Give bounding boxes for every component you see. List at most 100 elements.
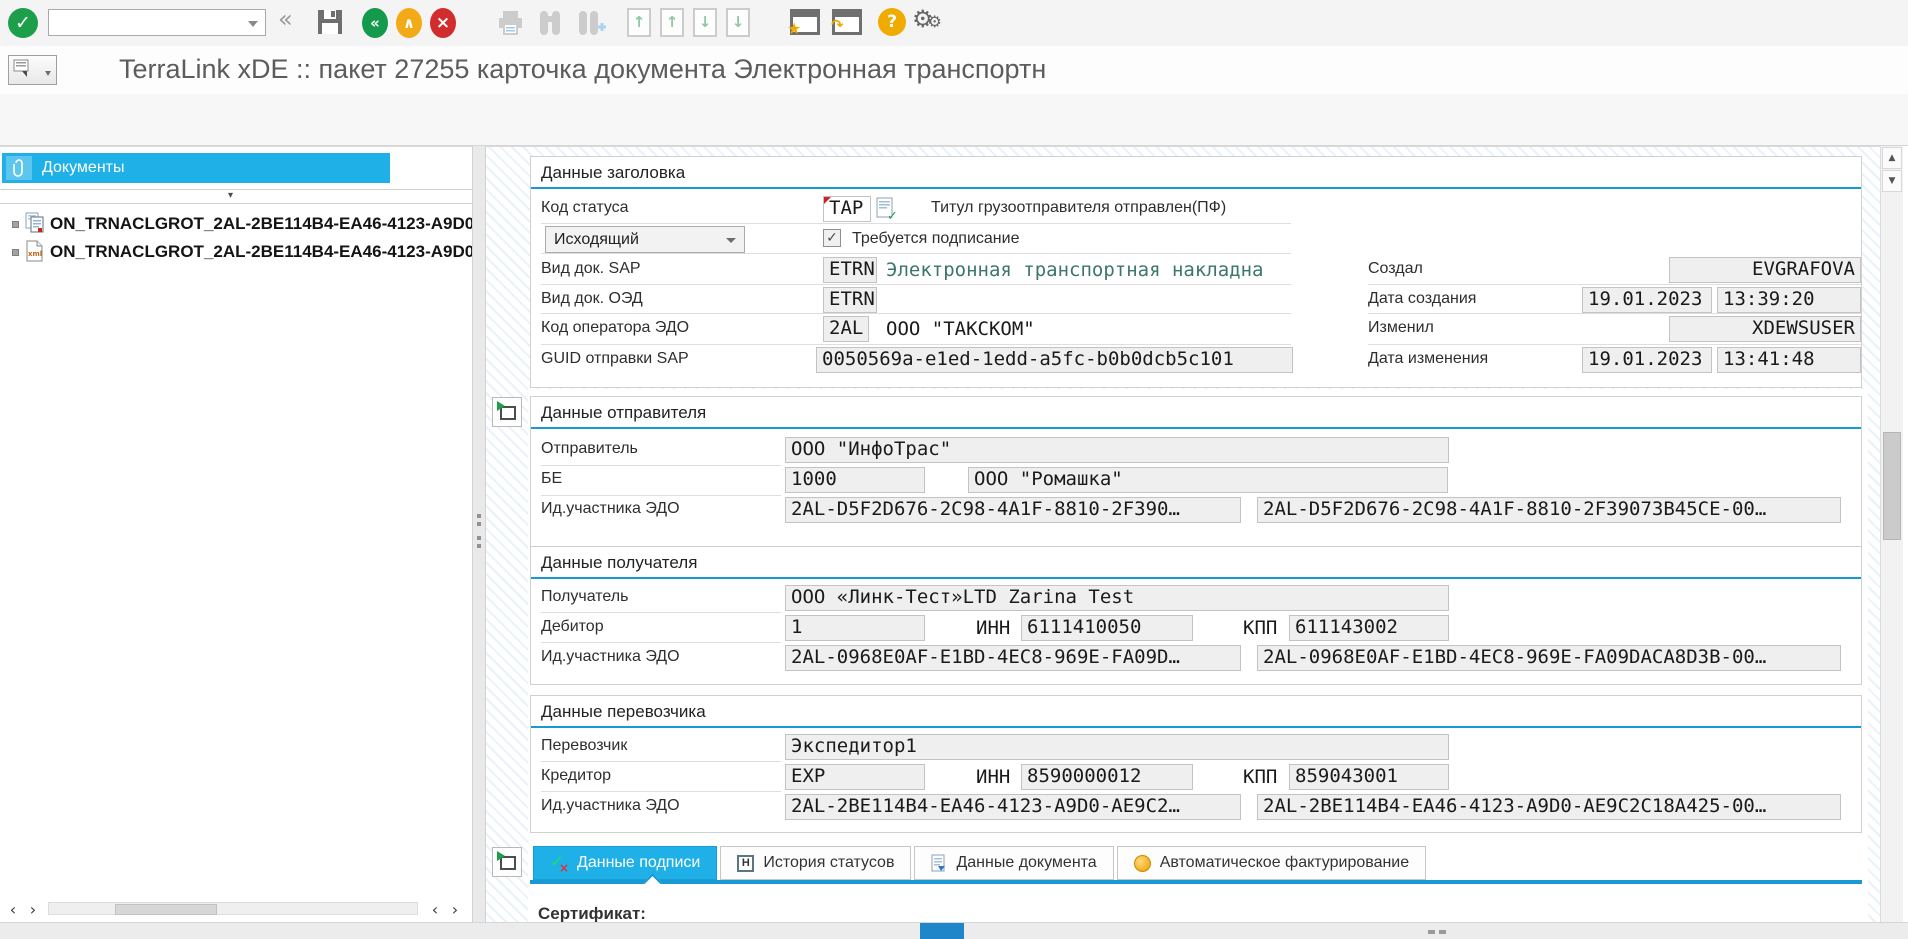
find-next-icon[interactable]	[576, 8, 606, 38]
hscroll-thumb[interactable]	[115, 904, 217, 915]
creditor-field[interactable]: EXP	[785, 764, 925, 790]
command-input[interactable]	[48, 9, 266, 36]
collapse-chevrons-icon[interactable]: «	[278, 7, 293, 31]
edo-operator-field[interactable]: 2AL	[823, 316, 869, 342]
status-code-label: Код статуса	[541, 199, 629, 217]
cancel-icon[interactable]: ×	[430, 8, 456, 38]
system-toolbar: ✓ « « ∧ × ↑ ↑ ↓ ↓ ★ ↷ ? ⚙⚙	[0, 0, 1908, 47]
company-name-field[interactable]: ООО "Ромашка"	[968, 467, 1448, 493]
up-exit-icon[interactable]: ∧	[396, 8, 422, 38]
changed-by-label: Изменил	[1368, 319, 1434, 337]
sap-window: ✓ « « ∧ × ↑ ↑ ↓ ↓ ★ ↷ ? ⚙⚙	[0, 0, 1908, 939]
sender-field[interactable]: ООО "ИнфоТрас"	[785, 437, 1449, 463]
edo-participant-field-2[interactable]: 2AL-2BE114B4-EA46-4123-A9D0-AE9C2C18A425…	[1257, 794, 1841, 820]
changed-date-field[interactable]: 19.01.2023	[1582, 347, 1712, 373]
guid-field[interactable]: 0050569a-e1ed-1edd-a5fc-b0b0dcb5c101	[816, 347, 1293, 373]
direction-dropdown[interactable]: Исходящий	[545, 226, 745, 253]
history-icon: H	[737, 855, 754, 872]
receiver-field[interactable]: ООО «Линк-Тест»LTD Zarina Test	[785, 585, 1449, 611]
edo-participant-label: Ид.участника ЭДО	[541, 648, 680, 666]
tab-document-data[interactable]: Данные документа	[914, 846, 1113, 880]
next-page-icon[interactable]: ↓	[693, 8, 717, 37]
tab-status-history[interactable]: H История статусов	[720, 846, 911, 880]
section-rule	[531, 577, 1861, 579]
taskbar-active-segment[interactable]	[920, 923, 964, 939]
back-icon[interactable]: «	[362, 8, 388, 38]
required-marker	[824, 197, 831, 204]
chevron-down-icon[interactable]	[248, 21, 258, 27]
carrier-field[interactable]: Экспедитор1	[785, 734, 1449, 760]
document-card-area: Данные заголовка Код статуса TAP ✓ Титул…	[486, 146, 1880, 923]
inn-field[interactable]: 6111410050	[1021, 615, 1193, 641]
services-for-object-icon[interactable]	[8, 55, 44, 85]
edo-participant-field-2[interactable]: 2AL-0968E0AF-E1BD-4EC8-969E-FA09DACA8D3B…	[1257, 645, 1841, 671]
changed-time-field[interactable]: 13:41:48	[1717, 347, 1861, 373]
tree-item-label: ON_TRNACLGROT_2AL-2BE114B4-EA46-4123-A9D…	[50, 242, 472, 262]
scroll-right-icon[interactable]: ›	[24, 899, 42, 919]
tree-bullet-icon	[12, 221, 19, 228]
doc-type-oed-field[interactable]: ETRN	[823, 287, 877, 313]
expand-section-button[interactable]	[492, 847, 522, 877]
created-by-label: Создал	[1368, 260, 1423, 278]
help-icon[interactable]: ?	[878, 8, 906, 36]
collapse-arrow-icon[interactable]: ▾	[228, 191, 233, 201]
create-shortcut-icon[interactable]: ★	[790, 9, 820, 35]
previous-page-icon[interactable]: ↑	[660, 8, 684, 37]
created-time-field[interactable]: 13:39:20	[1717, 287, 1861, 313]
doc-type-sap-field[interactable]: ETRN	[823, 257, 877, 283]
panel-divider[interactable]: ▾	[0, 189, 472, 204]
last-page-icon[interactable]: ↓	[726, 8, 750, 37]
kpp-field[interactable]: 859043001	[1289, 764, 1449, 790]
signing-required-label: Требуется подписание	[852, 230, 1019, 248]
tabstrip-underline	[530, 880, 1862, 884]
tree-item-document[interactable]: ON_TRNACLGROT_2AL-2BE114B4-EA46-4123-A9D…	[0, 209, 472, 237]
inn-field[interactable]: 8590000012	[1021, 764, 1193, 790]
edo-participant-field-1[interactable]: 2AL-D5F2D676-2C98-4A1F-8810-2F390…	[785, 497, 1241, 523]
signing-required-checkbox[interactable]: ✓	[823, 229, 841, 247]
edo-participant-field-1[interactable]: 2AL-2BE114B4-EA46-4123-A9D0-AE9C2…	[785, 794, 1241, 820]
company-code-field[interactable]: 1000	[785, 467, 925, 493]
status-document-icon[interactable]: ✓	[875, 196, 899, 222]
edo-participant-field-2[interactable]: 2AL-D5F2D676-2C98-4A1F-8810-2F39073B45CE…	[1257, 497, 1841, 523]
receiver-label: Получатель	[541, 588, 628, 606]
kpp-field[interactable]: 611143002	[1289, 615, 1449, 641]
changed-by-field[interactable]: XDEWSUSER	[1669, 316, 1861, 342]
created-by-field[interactable]: EVGRAFOVA	[1669, 257, 1861, 283]
created-date-field[interactable]: 19.01.2023	[1582, 287, 1712, 313]
customize-layout-icon[interactable]: ⚙⚙	[912, 7, 942, 32]
expand-section-button[interactable]	[492, 397, 522, 427]
scroll-right-icon[interactable]: ›	[446, 899, 464, 919]
doc-type-sap-label: Вид док. SAP	[541, 260, 641, 278]
status-code-input[interactable]: TAP	[823, 196, 871, 222]
scroll-down-icon[interactable]: ▼	[1882, 170, 1902, 192]
edo-operator-desc: ООО "ТАКСКОМ"	[886, 318, 1035, 340]
taskbar-mark	[1428, 930, 1435, 934]
enter-check-icon[interactable]: ✓	[8, 8, 38, 38]
documents-panel-header[interactable]: Документы	[2, 153, 390, 183]
tab-auto-invoicing[interactable]: Автоматическое фактурирование	[1117, 846, 1426, 880]
edo-participant-field-1[interactable]: 2AL-0968E0AF-E1BD-4EC8-969E-FA09D…	[785, 645, 1241, 671]
vertical-scrollbar[interactable]: ▲ ▼	[1880, 146, 1903, 922]
panel-splitter[interactable]	[472, 146, 486, 922]
first-page-icon[interactable]: ↑	[627, 8, 651, 37]
hscroll-track[interactable]	[48, 902, 418, 915]
certificate-label: Сертификат:	[538, 904, 646, 923]
sender-label: Отправитель	[541, 440, 638, 458]
taskbar-mark	[1439, 930, 1446, 934]
print-icon[interactable]	[497, 9, 524, 36]
find-icon[interactable]	[536, 8, 564, 38]
sender-data-group: Данные отправителя Отправитель ООО "Инфо…	[530, 396, 1862, 548]
scroll-up-icon[interactable]: ▲	[1882, 147, 1902, 169]
tab-signature-data[interactable]: ✓ × Данные подписи	[533, 846, 717, 880]
gui-actions-icon[interactable]: ↷	[832, 9, 862, 35]
scroll-left-icon[interactable]: ‹	[426, 899, 444, 919]
svg-text:xml: xml	[28, 250, 42, 258]
status-text: Титул грузоотправителя отправлен(ПФ)	[931, 199, 1226, 217]
services-dropdown-icon[interactable]	[42, 55, 57, 85]
section-title: Данные заголовка	[541, 163, 685, 183]
vscroll-thumb[interactable]	[1883, 432, 1901, 540]
tree-item-xml[interactable]: xml ON_TRNACLGROT_2AL-2BE114B4-EA46-4123…	[0, 237, 472, 265]
debtor-field[interactable]: 1	[785, 615, 925, 641]
scroll-left-icon[interactable]: ‹	[4, 899, 22, 919]
save-icon[interactable]	[316, 8, 344, 36]
